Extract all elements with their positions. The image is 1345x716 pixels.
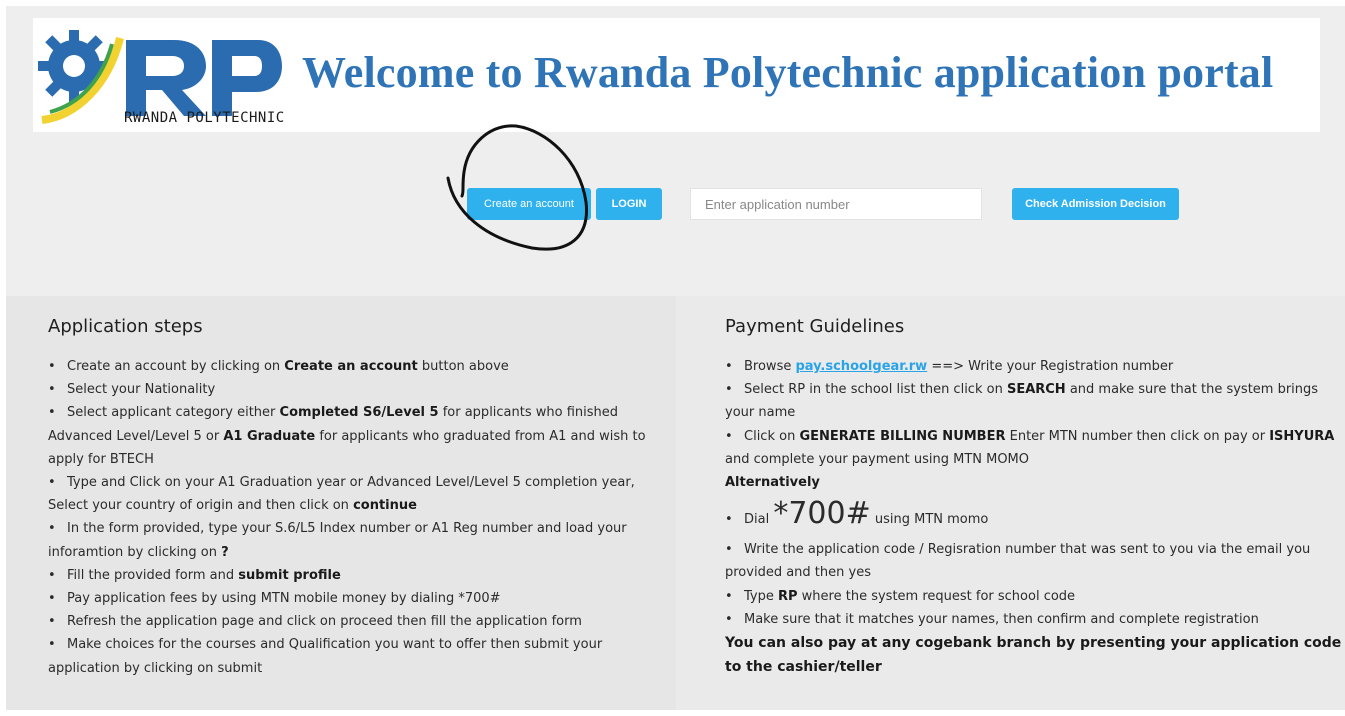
list-item: • Fill the provided form and submit profi… [48, 564, 676, 587]
bullet-icon: • [725, 428, 733, 444]
list-item: • Pay application fees by using MTN mobil… [48, 587, 676, 610]
check-admission-button[interactable]: Check Admission Decision [1012, 188, 1179, 220]
bullet-icon: • [48, 475, 56, 491]
alternatively-label: Alternatively [725, 475, 820, 491]
bullet-icon: • [48, 405, 56, 421]
application-steps-list: • Create an account by clicking on Create… [48, 355, 676, 680]
bullet-icon: • [48, 521, 56, 537]
payment-guidelines-panel: Payment Guidelines • Browse pay.schoolgea… [676, 296, 1345, 710]
dial-code: *700# [773, 496, 871, 532]
bullet-icon: • [48, 637, 56, 653]
list-item: • Type and Click on your A1 Graduation ye… [48, 471, 676, 517]
schoolgear-link[interactable]: pay.schoolgear.rw [795, 359, 927, 374]
bullet-icon: • [48, 591, 56, 607]
list-item: • Create an account by clicking on Create… [48, 355, 676, 378]
application-steps-panel: Application steps • Create an account by … [6, 296, 676, 710]
application-number-input[interactable] [690, 188, 982, 220]
list-item: • In the form provided, type your S.6/L5 … [48, 517, 676, 563]
create-account-button[interactable]: Create an account [467, 188, 591, 220]
page-title: Welcome to Rwanda Polytechnic applicatio… [302, 48, 1274, 97]
bullet-icon: • [48, 614, 56, 630]
list-item: • Browse pay.schoolgear.rw ==> Write your… [725, 355, 1345, 378]
payment-guidelines-title: Payment Guidelines [725, 316, 905, 337]
bullet-icon: • [725, 588, 733, 604]
rp-logo: RWANDA POLYTECHNIC [36, 24, 286, 132]
list-item: • Make choices for the courses and Qualif… [48, 633, 676, 679]
cogebank-note: You can also pay at any cogebank branch … [725, 635, 1342, 676]
payment-guidelines-list: • Browse pay.schoolgear.rw ==> Write your… [725, 355, 1345, 679]
list-item: • Select RP in the school list then click… [725, 378, 1345, 424]
bullet-icon: • [48, 567, 56, 583]
list-item: • Select applicant category either Comple… [48, 401, 676, 471]
bullet-icon: • [725, 512, 733, 528]
bullet-icon: • [725, 611, 733, 627]
bullet-icon: • [725, 542, 733, 558]
list-item: • Type RP where the system request for sc… [725, 585, 1345, 608]
bullet-icon: • [725, 359, 733, 374]
list-item: • Make sure that it matches your names, t… [725, 608, 1345, 631]
bullet-icon: • [48, 359, 56, 374]
bullet-icon: • [48, 382, 56, 398]
list-item: • Select your Nationality [48, 378, 676, 401]
login-button[interactable]: LOGIN [596, 188, 662, 220]
list-item: • Write the application code / Regisratio… [725, 538, 1345, 584]
logo-subtitle: RWANDA POLYTECHNIC [124, 110, 285, 126]
application-steps-title: Application steps [48, 316, 203, 337]
bullet-icon: • [725, 382, 733, 398]
list-item: • Dial *700# using MTN momo [725, 496, 1345, 538]
list-item: • Click on GENERATE BILLING NUMBER Enter … [725, 425, 1345, 471]
list-item: • Refresh the application page and click … [48, 610, 676, 633]
gear-icon [38, 30, 124, 124]
